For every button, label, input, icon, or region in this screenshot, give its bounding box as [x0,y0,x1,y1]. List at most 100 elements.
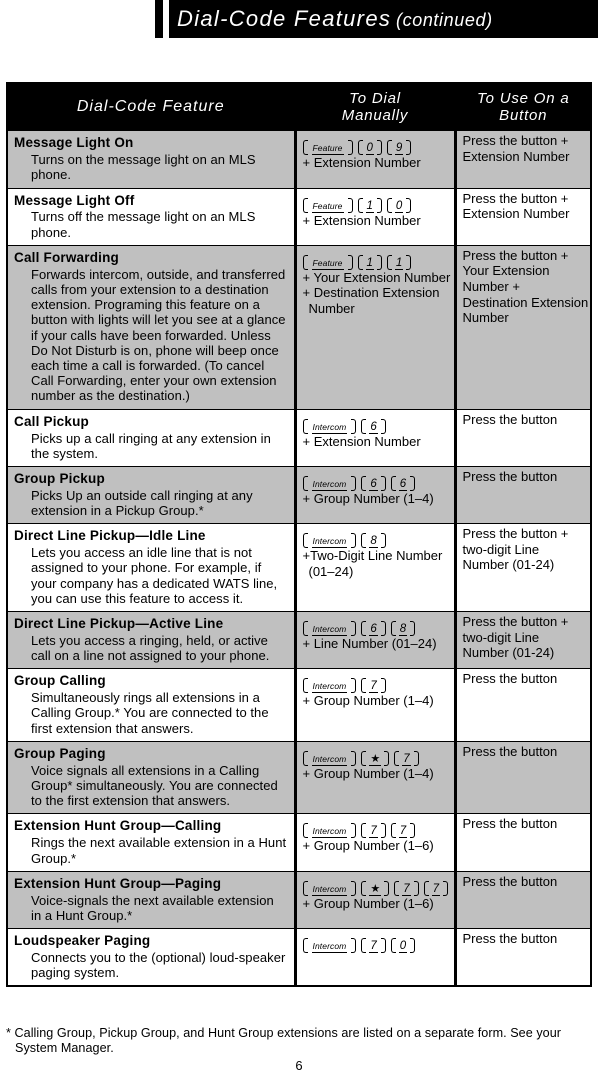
dial-note: + Line Number (01–24) [302,636,437,652]
phone-key-word-icon: Intercom [302,750,357,766]
feature-title: Call Forwarding [14,249,120,265]
feature-cell: Call Forwarding Forwards intercom, outsid… [8,245,295,410]
table-header-row: Dial-Code Feature To Dial Manually To Us… [8,84,590,132]
phone-key-label: 6 [369,420,378,434]
phone-key-digit-icon: 6 [390,475,416,491]
column-header-dial-line2: Manually [341,107,409,125]
dial-manually-cell: Intercom 7 7 + Group Number (1–6) [293,813,455,872]
phone-key-word-icon: Intercom [302,677,357,694]
dial-key-sequence: Feature 1 0 [302,196,448,213]
phone-key-word-icon: Intercom [302,418,357,434]
button-instruction-line: Press the button + [462,247,569,263]
button-instruction-line: Number (01-24) [462,645,555,661]
feature-cell: Message Light On Turns on the message lig… [8,131,295,189]
feature-title: Extension Hunt Group—Paging [14,875,222,891]
feature-title: Group Calling [14,673,106,689]
table-row: Extension Hunt Group—Paging Voice-signals… [8,871,590,930]
dial-note: + Extension Number [302,212,421,228]
use-on-button-cell: Press the button + Extension Number [453,188,590,246]
dial-key-sequence: Feature 1 1 [302,253,448,270]
button-instruction-line: Press the button [462,411,558,427]
use-on-button-cell: Press the button + Extension Number [453,131,590,189]
column-header-button-line2: Button [499,107,548,125]
feature-cell: Extension Hunt Group—Calling Rings the ne… [8,813,295,872]
button-instruction-line: Number + [462,279,520,295]
phone-key-label: Intercom [311,536,348,549]
phone-key-star-icon: ★ [361,750,390,766]
dial-note: + Extension Number [302,155,421,171]
page-title-main: Dial-Code Features [177,6,392,31]
use-on-button-cell: Press the button + two-digit Line Number (… [453,523,590,612]
button-instruction-line: Destination Extension [462,294,589,310]
table-row: Group Calling Simultaneously rings all ex… [8,668,590,742]
phone-key-word-icon: Intercom [302,937,357,954]
dial-manually-cell: Intercom 7 0 [293,928,455,986]
phone-key-label: ★ [369,882,382,896]
phone-key-label: Intercom [311,883,348,896]
button-instruction-line: Number [462,310,509,326]
dial-key-sequence: Intercom 7 7 [302,821,448,839]
dial-manually-cell: Intercom 6 6 + Group Number (1–4) [293,466,455,525]
phone-key-digit-icon: 7 [394,880,420,896]
phone-key-digit-icon: 9 [386,139,412,156]
button-instruction-line: Press the button + [462,190,569,206]
table-row: Loudspeaker Paging Connects you to the (o… [8,928,590,986]
phone-key-label: 7 [398,825,408,839]
phone-key-word-icon: Intercom [302,475,357,491]
feature-cell: Message Light Off Turns off the message l… [8,188,295,246]
table-row: Group Pickup Picks Up an outside call rin… [8,466,590,525]
phone-key-label: Feature [311,200,344,213]
use-on-button-cell: Press the button [453,466,590,525]
feature-title: Group Pickup [14,470,105,486]
feature-cell: Call Pickup Picks up a call ringing at an… [8,409,295,467]
column-header-to-dial-manually: To Dial Manually [293,84,455,132]
phone-key-digit-icon: 6 [361,620,387,637]
dial-note: + Your Extension Number [302,269,451,285]
dial-note: + Extension Number [302,433,421,449]
use-on-button-cell: Press the button [453,813,590,872]
phone-key-digit-icon: 6 [361,418,387,434]
feature-description: Voice signals all extensions in a Callin… [31,762,278,809]
table-row: Message Light On Turns on the message lig… [8,131,590,189]
dial-key-sequence: Intercom ★ 7 [302,749,448,766]
dial-key-sequence: Intercom 6 [302,417,448,434]
phone-key-label: 7 [369,680,378,694]
phone-key-label: 1 [365,256,374,270]
phone-key-label: Intercom [311,826,348,839]
phone-key-word-icon: Intercom [302,532,357,549]
phone-key-word-icon: Feature [302,139,353,156]
dial-manually-cell: Intercom 7 + Group Number (1–4) [293,668,455,742]
dial-key-sequence: Feature 0 9 [302,138,448,156]
phone-key-digit-icon: 7 [394,750,420,766]
phone-key-label: Feature [311,257,344,270]
table-row: Extension Hunt Group—Calling Rings the ne… [8,813,590,872]
phone-key-word-icon: Feature [302,254,353,270]
phone-key-label: 8 [398,623,408,637]
phone-key-label: 1 [394,256,404,270]
column-header-dial-line1: To Dial [349,90,401,107]
table-row: Message Light Off Turns off the message l… [8,188,590,246]
feature-cell: Loudspeaker Paging Connects you to the (o… [8,928,295,986]
table-row: Direct Line Pickup—Idle Line Lets you acc… [8,523,590,612]
footnote: * Calling Group, Pickup Group, and Hunt … [6,1026,586,1057]
phone-key-label: 6 [369,477,378,491]
phone-key-word-icon: Feature [302,197,353,213]
feature-title: Extension Hunt Group—Calling [14,818,222,834]
phone-key-digit-icon: 7 [423,880,449,896]
feature-description: Forwards intercom, outside, and transfer… [31,266,286,404]
button-instruction-line: Press the button [462,816,558,832]
button-instruction-line: two-digit Line [462,629,540,645]
table-row: Call Forwarding Forwards intercom, outsid… [8,245,590,410]
dial-key-sequence: Intercom 7 0 [302,936,448,954]
phone-key-word-icon: Intercom [302,880,357,896]
dial-manually-cell: Intercom 8 +Two-Digit Line Number (01–24) [293,523,455,612]
use-on-button-cell: Press the button [453,409,590,467]
column-header-to-use-on-a-button: To Use On a Button [453,84,590,132]
phone-key-digit-icon: 1 [357,197,383,213]
dial-note: + Group Number (1–4) [302,693,434,709]
use-on-button-cell: Press the button + two-digit Line Number (… [453,611,590,670]
phone-key-label: 7 [402,882,411,896]
button-instruction-line: Press the button + [462,613,569,629]
dial-note: + Group Number (1–4) [302,490,434,506]
button-instruction-line: Your Extension [462,263,550,279]
